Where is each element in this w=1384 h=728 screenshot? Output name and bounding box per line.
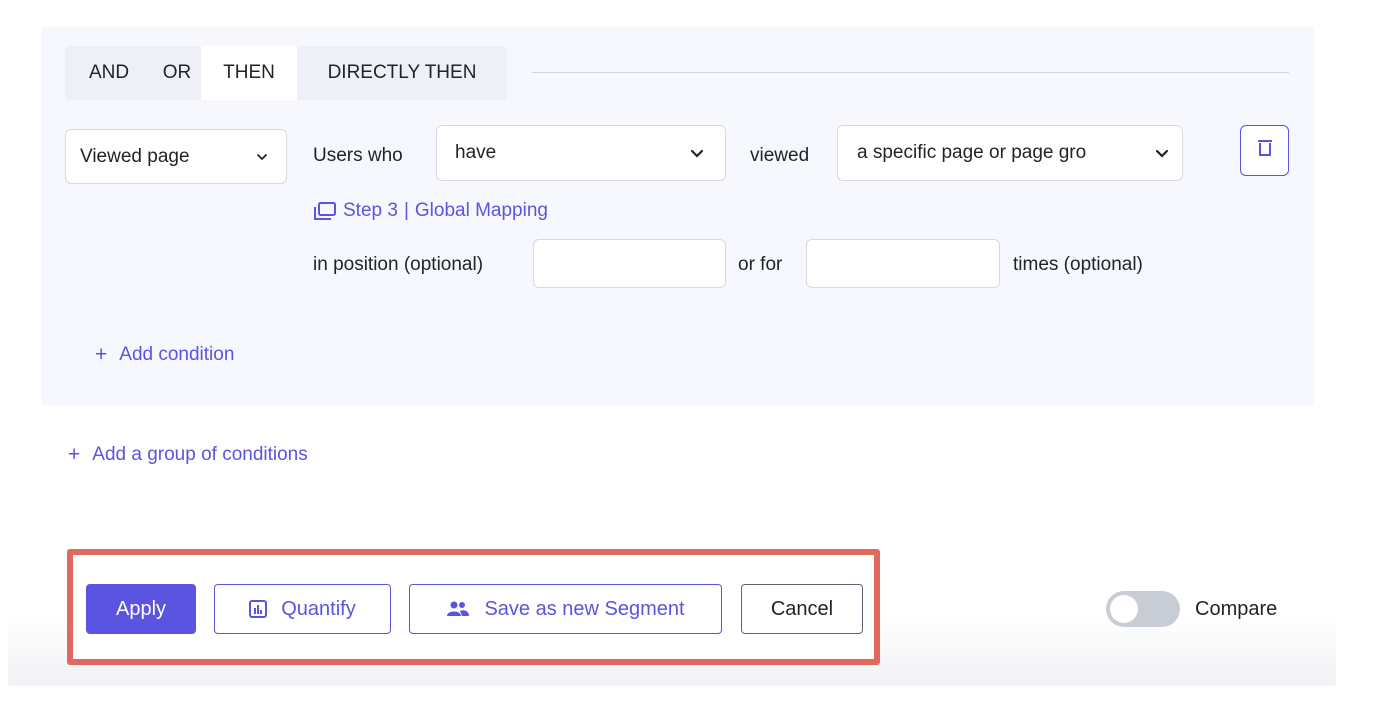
users-icon xyxy=(446,601,470,617)
compare-label: Compare xyxy=(1195,598,1278,620)
users-who-label: Users who xyxy=(313,145,403,166)
position-input[interactable] xyxy=(533,239,726,288)
add-group-button[interactable]: + Add a group of conditions xyxy=(68,443,308,467)
step-mapping-link[interactable]: Step 3 | Global Mapping xyxy=(313,200,548,222)
trash-icon xyxy=(1257,139,1273,162)
have-value: have xyxy=(455,142,497,163)
times-input[interactable] xyxy=(806,239,1000,288)
page-select-value: a specific page or page gro xyxy=(857,142,1087,163)
mapping-label: Global Mapping xyxy=(414,200,548,221)
cancel-button[interactable]: Cancel xyxy=(741,584,863,634)
apply-button[interactable]: Apply xyxy=(86,584,196,634)
save-segment-button[interactable]: Save as new Segment xyxy=(409,584,722,634)
times-label: times (optional) xyxy=(1013,254,1143,275)
or-for-label: or for xyxy=(738,254,783,275)
chevron-down-icon xyxy=(1152,143,1172,163)
chart-icon xyxy=(249,600,268,618)
chevron-down-icon xyxy=(687,143,707,163)
operator-divider xyxy=(532,72,1289,73)
add-group-label: Add a group of conditions xyxy=(92,444,308,465)
quantify-button[interactable]: Quantify xyxy=(214,584,391,634)
operator-and[interactable]: AND xyxy=(65,46,153,100)
operator-then[interactable]: THEN xyxy=(201,46,297,100)
toggle-knob xyxy=(1110,595,1138,623)
plus-icon: + xyxy=(95,343,108,366)
chevron-down-icon xyxy=(252,147,272,167)
have-select[interactable]: have xyxy=(436,125,726,181)
plus-icon: + xyxy=(68,443,81,466)
event-type-value: Viewed page xyxy=(80,145,190,167)
add-condition-label: Add condition xyxy=(119,344,235,365)
viewed-label: viewed xyxy=(750,145,810,166)
event-type-select[interactable]: Viewed page xyxy=(65,129,287,184)
position-label: in position (optional) xyxy=(313,254,484,275)
quantify-label: Quantify xyxy=(281,597,356,620)
add-condition-button[interactable]: + Add condition xyxy=(95,343,234,367)
window-icon xyxy=(313,201,337,221)
operator-or[interactable]: OR xyxy=(153,46,201,100)
page-select[interactable]: a specific page or page gro xyxy=(837,125,1183,181)
operator-tabs: AND OR THEN DIRECTLY THEN xyxy=(65,46,507,100)
operator-directly-then[interactable]: DIRECTLY THEN xyxy=(297,46,507,100)
save-segment-label: Save as new Segment xyxy=(484,597,685,620)
compare-toggle[interactable] xyxy=(1106,591,1180,627)
step-separator: | xyxy=(403,200,409,221)
step-label: Step 3 xyxy=(343,200,398,221)
delete-condition-button[interactable] xyxy=(1240,125,1289,176)
